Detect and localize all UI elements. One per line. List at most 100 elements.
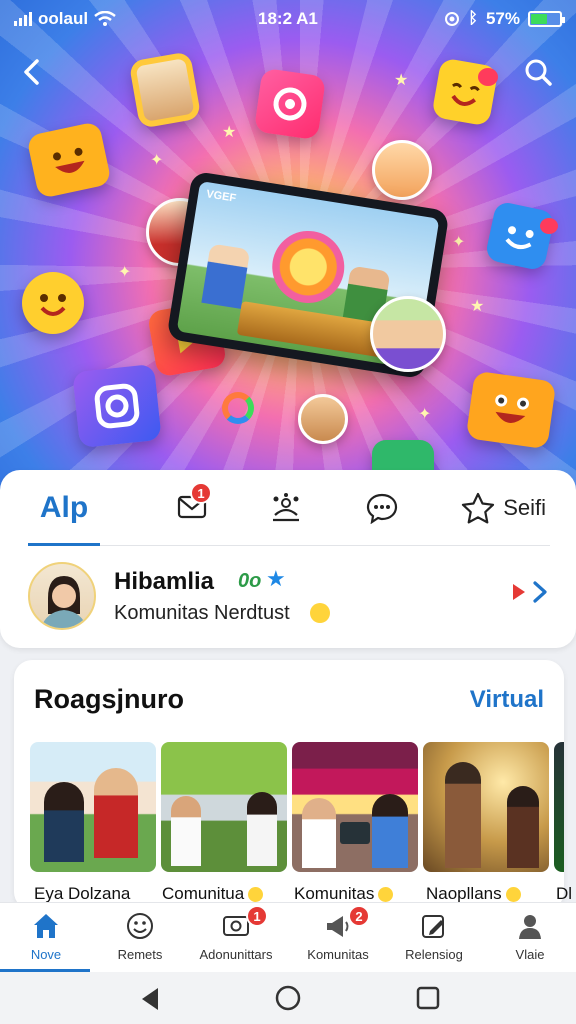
card-label: Naopllans — [426, 884, 521, 904]
bottom-nav: Nove Remets 1 Adonunittars 2 Komunitas R… — [0, 902, 576, 972]
laughing-emoji-sticker-right — [465, 370, 557, 450]
nav-item-remets[interactable]: Remets — [94, 903, 186, 973]
community-section: Roagsjnuro Virtual — [14, 660, 564, 910]
nav-badge: 2 — [348, 905, 370, 927]
system-nav-bar — [0, 972, 576, 1024]
star-outline-icon — [462, 492, 495, 524]
community-card[interactable] — [30, 742, 156, 872]
back-triangle-icon[interactable] — [138, 986, 162, 1012]
tablet-logo — [267, 225, 350, 309]
dog-avatar-sticker — [298, 394, 348, 444]
status-bar: oolaul 18:2 A1 ᛒ 57% — [0, 0, 576, 38]
nav-item-vlaie[interactable]: Vlaie — [484, 903, 576, 973]
nav-item-relensiog[interactable]: Relensiog — [388, 903, 480, 973]
open-profile-button[interactable] — [512, 580, 548, 604]
user-subtitle: Komunitas Nerdtust — [114, 602, 290, 624]
heart-icon — [478, 68, 498, 86]
tab-chat[interactable] — [362, 486, 402, 530]
nav-label: Nove — [30, 947, 62, 962]
community-card[interactable] — [554, 742, 564, 872]
user-tag: 0o — [238, 570, 262, 592]
photo-bubble-sticker — [128, 51, 202, 129]
tab-people[interactable] — [266, 486, 306, 530]
bluetooth-icon: ᛒ — [468, 10, 478, 27]
instagram-app-sticker — [72, 363, 162, 449]
emoji-icon — [248, 886, 264, 902]
section-title: Roagsjnuro — [34, 684, 185, 714]
sparkle-icon: ✦ — [418, 406, 432, 423]
sparkle-icon: ★ — [222, 124, 237, 141]
nav-item-nove[interactable]: Nove — [0, 903, 92, 973]
ring-icon — [222, 392, 254, 424]
back-button[interactable] — [12, 52, 52, 92]
card-label: Comunitua — [162, 884, 264, 904]
sparkle-icon: ✦ — [452, 234, 466, 251]
card-label: Komunitas — [294, 884, 394, 904]
active-tab-indicator — [28, 543, 100, 546]
card-label-text: Naopllans — [426, 884, 502, 903]
card-label: Dl — [556, 884, 572, 904]
sparkle-icon: ★ — [470, 298, 485, 315]
battery-icon — [528, 11, 565, 27]
sparkle-icon: ★ — [394, 72, 409, 89]
people-icon — [273, 493, 299, 522]
heart-icon-small — [540, 218, 558, 234]
community-card[interactable] — [423, 742, 549, 872]
card-label-text: Komunitas — [294, 884, 375, 903]
signal-icon — [14, 12, 32, 26]
profile-card: Alp 1 Seifi Hibamlia 0o ★ Komunitas Nerd… — [0, 470, 576, 648]
user-name: Hibamlia — [114, 568, 215, 595]
card-label-text: Dl — [556, 884, 573, 903]
recents-square-icon[interactable] — [416, 986, 440, 1010]
nav-label: Vlaie — [515, 947, 545, 962]
search-button[interactable] — [518, 52, 558, 92]
tab-messages[interactable]: 1 — [170, 482, 214, 530]
nav-label: Adonunittars — [199, 947, 273, 962]
battery-percent: 57% — [485, 9, 520, 28]
messages-badge: 1 — [190, 482, 212, 504]
tablet-screen-text: VGEF — [205, 188, 237, 205]
play-icon — [513, 584, 525, 600]
user-row[interactable]: Hibamlia 0o ★ Komunitas Nerdtust — [28, 562, 548, 632]
target-icon — [445, 12, 460, 26]
tab-selfi[interactable]: Seifi — [461, 486, 546, 530]
emoji-icon — [505, 886, 521, 902]
chat-emoji-sticker — [484, 200, 556, 272]
chevron-right-icon — [533, 581, 547, 603]
avatar[interactable] — [28, 562, 96, 630]
card-label-text: Eya Dolzana — [34, 884, 131, 903]
nav-label: Remets — [117, 947, 163, 962]
tab-divider — [100, 545, 550, 546]
edit-icon — [422, 915, 444, 938]
carrier-name: oolaul — [38, 9, 89, 28]
nav-item-adonunittars[interactable]: 1 Adonunittars — [190, 903, 282, 973]
tab-alp-label: Alp — [39, 491, 89, 524]
tab-alp[interactable]: Alp — [30, 486, 98, 530]
nav-badge: 1 — [246, 905, 268, 927]
person-icon — [519, 915, 541, 939]
sparkle-icon: ✦ — [150, 152, 164, 169]
nav-label: Relensiog — [405, 947, 463, 962]
tab-selfi-label: Seifi — [503, 495, 546, 520]
community-card[interactable] — [292, 742, 418, 872]
search-icon — [525, 59, 552, 86]
nav-label: Komunitas — [307, 947, 369, 962]
verified-star-icon: ★ — [266, 566, 286, 591]
card-label: Eya Dolzana — [34, 884, 130, 904]
chevron-left-icon — [24, 59, 39, 85]
status-time: 18:2 A1 — [258, 9, 318, 28]
community-card[interactable] — [161, 742, 287, 872]
emoji-icon — [310, 603, 330, 623]
home-icon — [34, 914, 58, 938]
cartoon-avatar-sticker — [372, 140, 432, 200]
wifi-icon — [94, 11, 116, 26]
person-avatar-right — [370, 296, 446, 372]
smiley-icon — [127, 913, 153, 939]
nav-item-komunitas[interactable]: 2 Komunitas — [292, 903, 384, 973]
chat-icon — [366, 493, 398, 524]
star-emoji-sticker — [22, 272, 84, 334]
community-cards — [30, 742, 564, 872]
card-label-text: Comunitua — [162, 884, 245, 903]
home-circle-icon[interactable] — [274, 984, 302, 1012]
virtual-link[interactable]: Virtual — [470, 686, 544, 714]
